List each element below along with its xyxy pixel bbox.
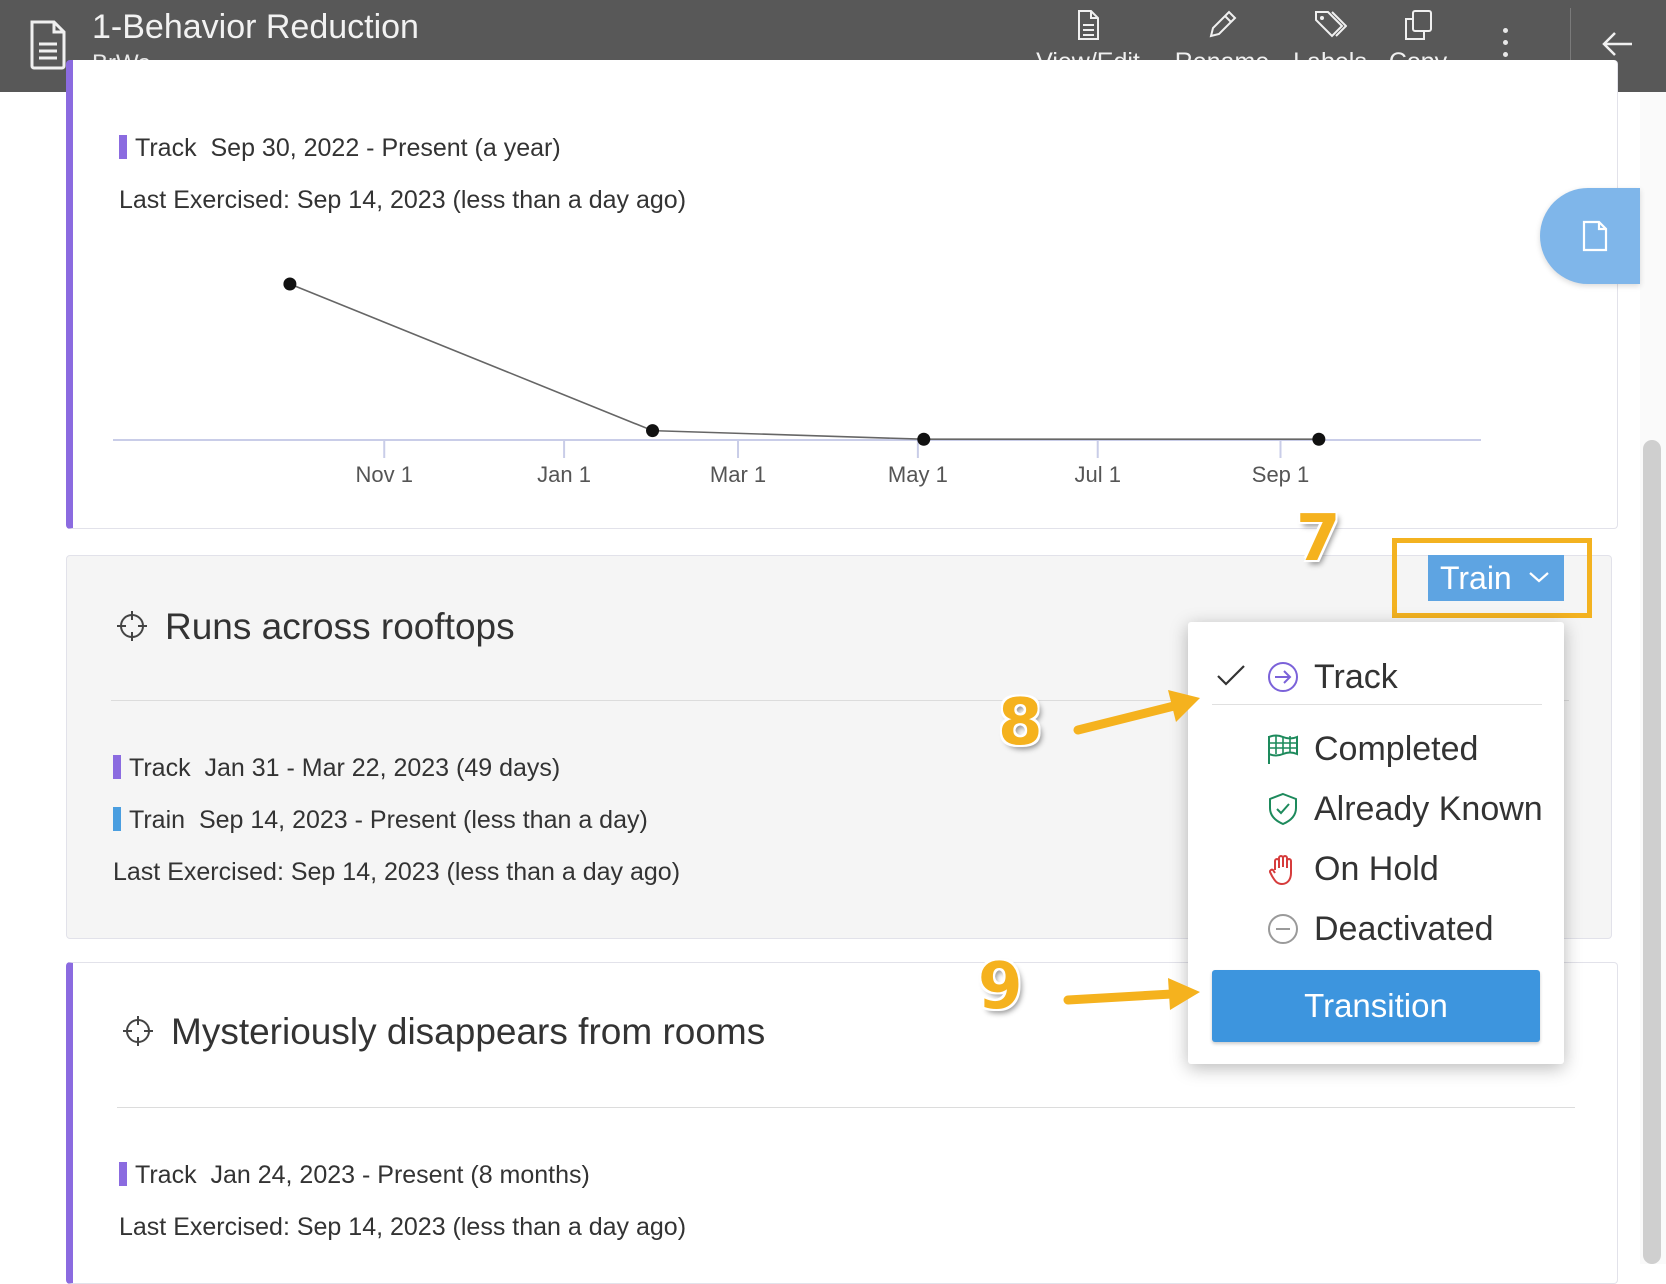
menu-item-label: On Hold [1314,850,1439,888]
x-tick-label: Nov 1 [355,462,412,487]
arrow-left-icon[interactable] [1600,26,1636,62]
track-range-line: Track Jan 24, 2023 - Present (8 months) [119,1161,590,1190]
card-divider [117,1107,1575,1108]
track-label: Track [135,1161,197,1189]
track-range: Jan 31 - Mar 22, 2023 (49 days) [204,754,561,782]
phase-dropdown-button[interactable]: Train [1428,555,1564,601]
document-icon [1582,220,1608,252]
transition-button[interactable]: Transition [1212,970,1540,1042]
arrow-icon [1063,978,1200,1010]
menu-item-already-known[interactable]: Already Known [1188,782,1564,838]
train-range-line: Train Sep 14, 2023 - Present (less than … [113,806,648,835]
minus-circle-icon [1268,914,1298,944]
menu-item-deactivated[interactable]: Deactivated [1188,902,1564,958]
goal-title-text: Mysteriously disappears from rooms [171,1011,766,1052]
notes-button[interactable] [1540,188,1640,284]
phase-dropdown-label: Train [1440,560,1512,596]
x-tick-label: Jul 1 [1074,462,1120,487]
data-point [1312,432,1326,446]
last-exercised: Last Exercised: Sep 14, 2023 (less than … [119,1213,687,1241]
target-icon [123,1016,153,1046]
hand-icon [1269,855,1292,885]
document-icon [30,20,66,70]
step-8-marker: 8 [998,686,1043,760]
x-tick-label: May 1 [888,462,948,487]
track-color-marker [119,1162,127,1186]
train-range: Sep 14, 2023 - Present (less than a day) [198,806,648,834]
document-icon [1078,10,1099,40]
x-tick-label: Sep 1 [1252,462,1310,487]
arrow-circle-icon [1268,662,1298,692]
track-range: Jan 24, 2023 - Present (8 months) [210,1161,590,1189]
menu-item-track[interactable]: Track [1188,650,1564,706]
target-icon [117,611,147,641]
phase-dropdown-menu: Track Completed Already Known On Hold De… [1188,622,1564,1064]
progress-chart: Nov 1 Jan 1 Mar 1 May 1 Jul 1 Sep 1 [113,277,1481,487]
track-color-marker [113,755,121,779]
scrollbar-thumb[interactable] [1643,440,1661,1264]
menu-item-completed[interactable]: Completed [1188,722,1564,778]
step-7-marker: 7 [1296,502,1341,576]
menu-divider [1212,704,1542,705]
menu-item-label: Already Known [1314,790,1543,828]
menu-item-on-hold[interactable]: On Hold [1188,842,1564,898]
x-tick-label: Jan 1 [537,462,591,487]
data-point [283,277,297,291]
goal-title-text: Runs across rooftops [165,606,515,647]
last-exercised: Last Exercised: Sep 14, 2023 (less than … [113,858,681,886]
menu-item-label: Deactivated [1314,910,1494,948]
menu-item-label: Track [1314,658,1398,696]
shield-check-icon [1269,792,1297,826]
arrow-icon [1073,690,1200,735]
data-point [646,424,660,438]
pencil-icon [1209,10,1237,38]
chevron-down-icon [1529,572,1549,583]
goal-card-1: Track Sep 30, 2022 - Present (a year) La… [66,60,1618,529]
copy-icon [1405,10,1432,40]
x-tick-label: Mar 1 [710,462,766,487]
menu-item-label: Completed [1314,730,1479,768]
train-color-marker [113,807,121,831]
flag-icon [1268,734,1298,764]
data-point [917,432,931,446]
checkmark-icon [1217,665,1245,686]
track-range-line: Track Jan 31 - Mar 22, 2023 (49 days) [113,754,560,783]
tags-icon [1315,11,1347,38]
goal-title: Runs across rooftops [115,606,515,648]
page-title: 1-Behavior Reduction [92,8,419,46]
track-label: Track [129,754,191,782]
series-line [289,283,1319,441]
train-label: Train [129,806,186,834]
more-vertical-icon[interactable] [1500,28,1510,64]
step-9-marker: 9 [978,950,1023,1024]
goal-title: Mysteriously disappears from rooms [121,1011,765,1053]
